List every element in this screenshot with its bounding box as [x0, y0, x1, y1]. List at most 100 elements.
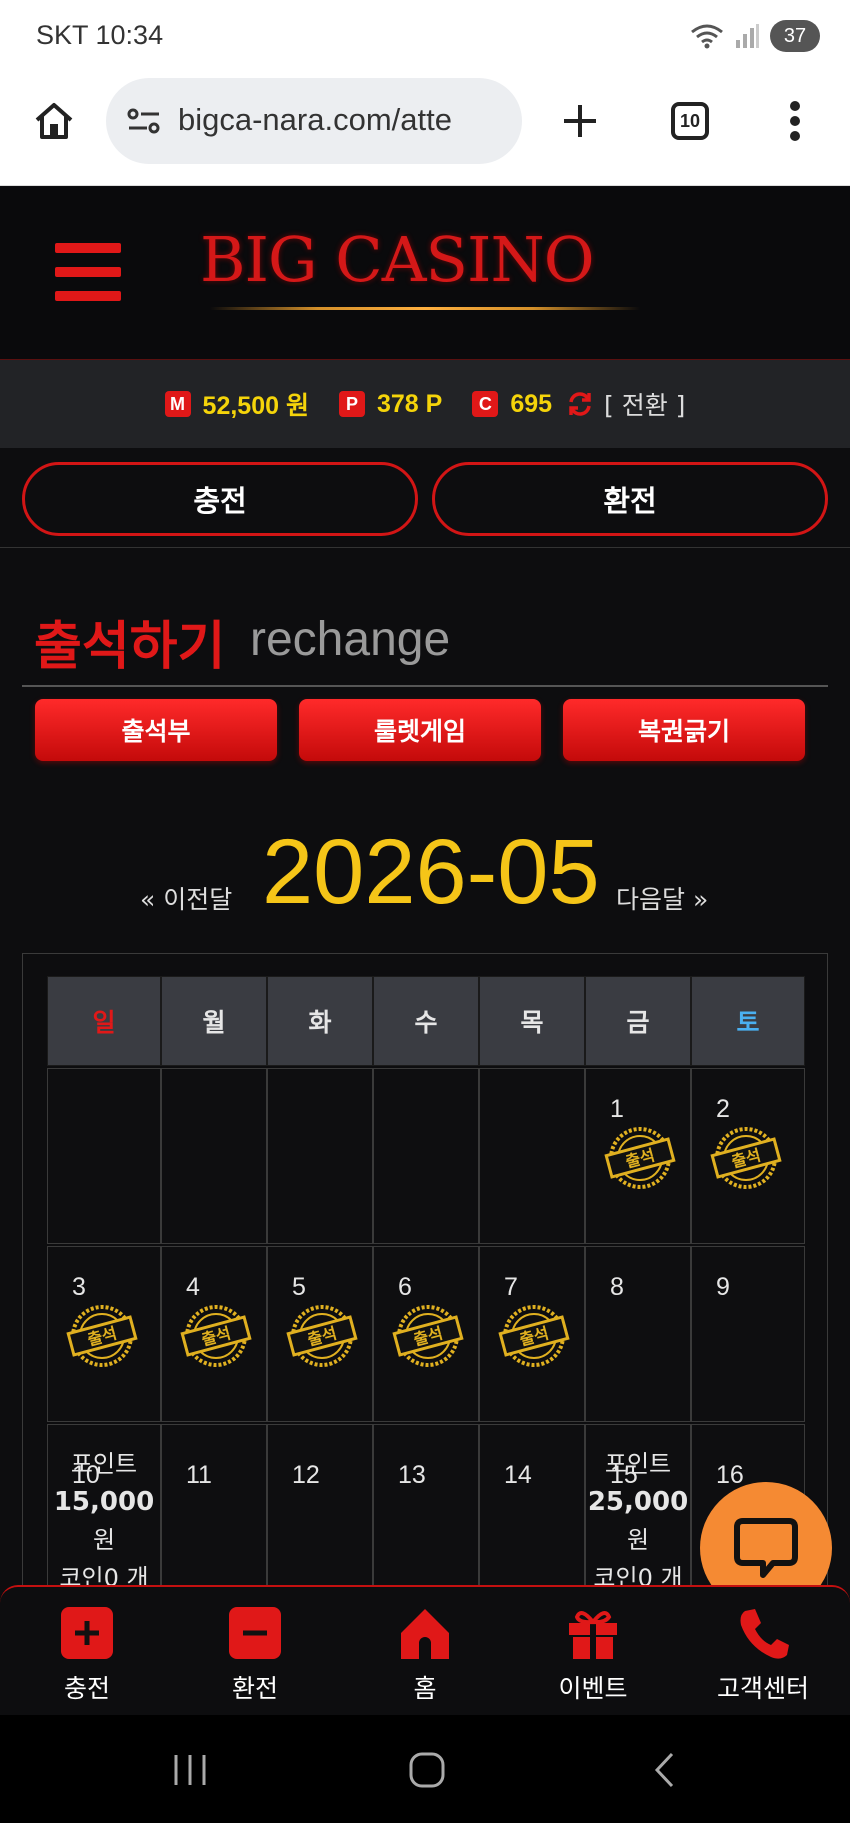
nav-label: 고객센터 [716, 1674, 809, 1703]
new-tab-icon[interactable] [561, 102, 599, 140]
day-number: 5 [292, 1273, 306, 1301]
section-divider [22, 685, 828, 687]
calendar-day-empty [479, 1068, 585, 1244]
reward-label: 포인트 [70, 1450, 138, 1478]
calendar-day[interactable]: 7 출석 [479, 1246, 585, 1422]
attendance-stamp-icon: 출석 [600, 1125, 680, 1191]
point-badge: P [338, 391, 365, 417]
weekday-tue: 화 [267, 976, 373, 1066]
calendar-week: 10 포인트 15,000 원 코인0 개 11 12 13 14 15 포인트… [47, 1424, 805, 1600]
day-number: 6 [398, 1273, 412, 1301]
nav-event[interactable]: 이벤트 [528, 1605, 658, 1705]
nav-label: 환전 [231, 1674, 278, 1703]
weekday-sat: 토 [691, 976, 805, 1066]
calendar-day[interactable]: 13 [373, 1424, 479, 1600]
calendar-day[interactable]: 1 출석 [585, 1068, 691, 1244]
calendar-day[interactable]: 14 [479, 1424, 585, 1600]
section-subtitle: rechange [250, 613, 451, 666]
nav-charge[interactable]: 충전 [22, 1605, 152, 1705]
action-row: 충전 환전 [0, 448, 850, 548]
back-icon[interactable] [652, 1751, 676, 1789]
coin-badge: C [472, 391, 499, 417]
calendar-day[interactable]: 3 출석 [47, 1246, 161, 1422]
day-number: 4 [186, 1273, 200, 1301]
tab-scratch-lottery[interactable]: 복권긁기 [563, 699, 805, 761]
reward-unit: 원 [92, 1526, 116, 1554]
section-title: 출석하기 [34, 617, 226, 677]
point-balance: 378 P [376, 389, 443, 418]
calendar-day[interactable]: 4 출석 [161, 1246, 267, 1422]
tab-switcher-button[interactable]: 10 [671, 102, 709, 140]
site-settings-icon[interactable] [126, 106, 162, 136]
refresh-icon[interactable] [566, 390, 594, 418]
day-number: 2 [716, 1095, 730, 1123]
nav-customer-center[interactable]: 고객센터 [698, 1605, 828, 1705]
calendar-day[interactable]: 8 [585, 1246, 691, 1422]
home-icon[interactable] [33, 100, 75, 142]
weekday-sun: 일 [47, 976, 161, 1066]
nav-exchange[interactable]: 환전 [190, 1605, 320, 1705]
battery-indicator: 37 [770, 20, 820, 52]
more-menu-icon[interactable] [788, 100, 802, 142]
tab-roulette[interactable]: 룰렛게임 [299, 699, 541, 761]
nav-label: 홈 [413, 1674, 437, 1703]
calendar-day[interactable]: 12 [267, 1424, 373, 1600]
day-number: 16 [716, 1461, 744, 1489]
coin-balance: 695 [510, 389, 553, 418]
day-number: 7 [504, 1273, 518, 1301]
calendar-weekday-header: 일 월 화 수 목 금 토 [47, 976, 805, 1066]
calendar-day[interactable]: 6 출석 [373, 1246, 479, 1422]
calendar-day[interactable]: 10 포인트 15,000 원 코인0 개 [47, 1424, 161, 1600]
money-balance: 52,500 원 [202, 392, 309, 420]
reward-info: 포인트 25,000 원 코인0 개 [586, 1445, 690, 1597]
calendar-week: 1 출석 2 출석 [47, 1068, 805, 1244]
prev-month-link[interactable]: « 이전달 [140, 880, 232, 916]
nav-home[interactable]: 홈 [360, 1605, 490, 1705]
next-month-link[interactable]: 다음달 » [616, 880, 708, 916]
attendance-stamp-icon: 출석 [494, 1303, 574, 1369]
url-text[interactable]: bigca-nara.com/atte [178, 102, 513, 138]
calendar-week: 3 출석 4 출석 5 출석 6 출석 7 출석 8 9 [47, 1246, 805, 1422]
status-bar: SKT 10:34 37 [0, 0, 850, 74]
android-nav-bar [0, 1715, 850, 1823]
calendar-day[interactable]: 2 출석 [691, 1068, 805, 1244]
site-logo[interactable]: BIG CASINO [200, 223, 595, 296]
site-header: BIG CASINO [0, 187, 850, 360]
attendance-stamp-icon: 출석 [62, 1303, 142, 1369]
attendance-stamp-icon: 출석 [706, 1125, 786, 1191]
day-number: 12 [292, 1461, 320, 1489]
calendar-day[interactable]: 5 출석 [267, 1246, 373, 1422]
recent-apps-icon[interactable] [170, 1753, 210, 1787]
calendar-day[interactable]: 9 [691, 1246, 805, 1422]
attendance-subtabs: 출석부 룰렛게임 복권긁기 [35, 699, 805, 761]
exchange-button[interactable]: 환전 [432, 462, 828, 536]
balance-bar: M 52,500 원 P 378 P C 695 [ 전환 ] [0, 360, 850, 448]
calendar-day[interactable]: 15 포인트 25,000 원 코인0 개 [585, 1424, 691, 1600]
day-number: 3 [72, 1273, 86, 1301]
nav-label: 이벤트 [558, 1674, 628, 1703]
logo-underline [210, 307, 640, 310]
calendar-day-empty [47, 1068, 161, 1244]
day-number: 1 [610, 1095, 624, 1123]
day-number: 14 [504, 1461, 532, 1489]
calendar-day-empty [267, 1068, 373, 1244]
calendar-day-empty [161, 1068, 267, 1244]
hamburger-menu-icon[interactable] [55, 243, 121, 301]
day-number: 9 [716, 1273, 730, 1301]
weekday-fri: 금 [585, 976, 691, 1066]
phone-icon [740, 1609, 789, 1659]
convert-link[interactable]: [ 전환 ] [604, 386, 685, 422]
signal-icon [736, 24, 759, 48]
tab-attendance[interactable]: 출석부 [35, 699, 277, 761]
address-bar[interactable]: bigca-nara.com/atte [106, 78, 522, 164]
gift-icon [569, 1611, 617, 1659]
attendance-stamp-icon: 출석 [388, 1303, 468, 1369]
reward-info: 포인트 15,000 원 코인0 개 [48, 1445, 160, 1597]
reward-label: 포인트 [604, 1450, 672, 1478]
home-button-icon[interactable] [408, 1751, 446, 1789]
plus-icon [61, 1607, 113, 1659]
calendar-day[interactable]: 11 [161, 1424, 267, 1600]
house-icon [401, 1609, 449, 1659]
charge-button[interactable]: 충전 [22, 462, 418, 536]
calendar-day-empty [373, 1068, 479, 1244]
